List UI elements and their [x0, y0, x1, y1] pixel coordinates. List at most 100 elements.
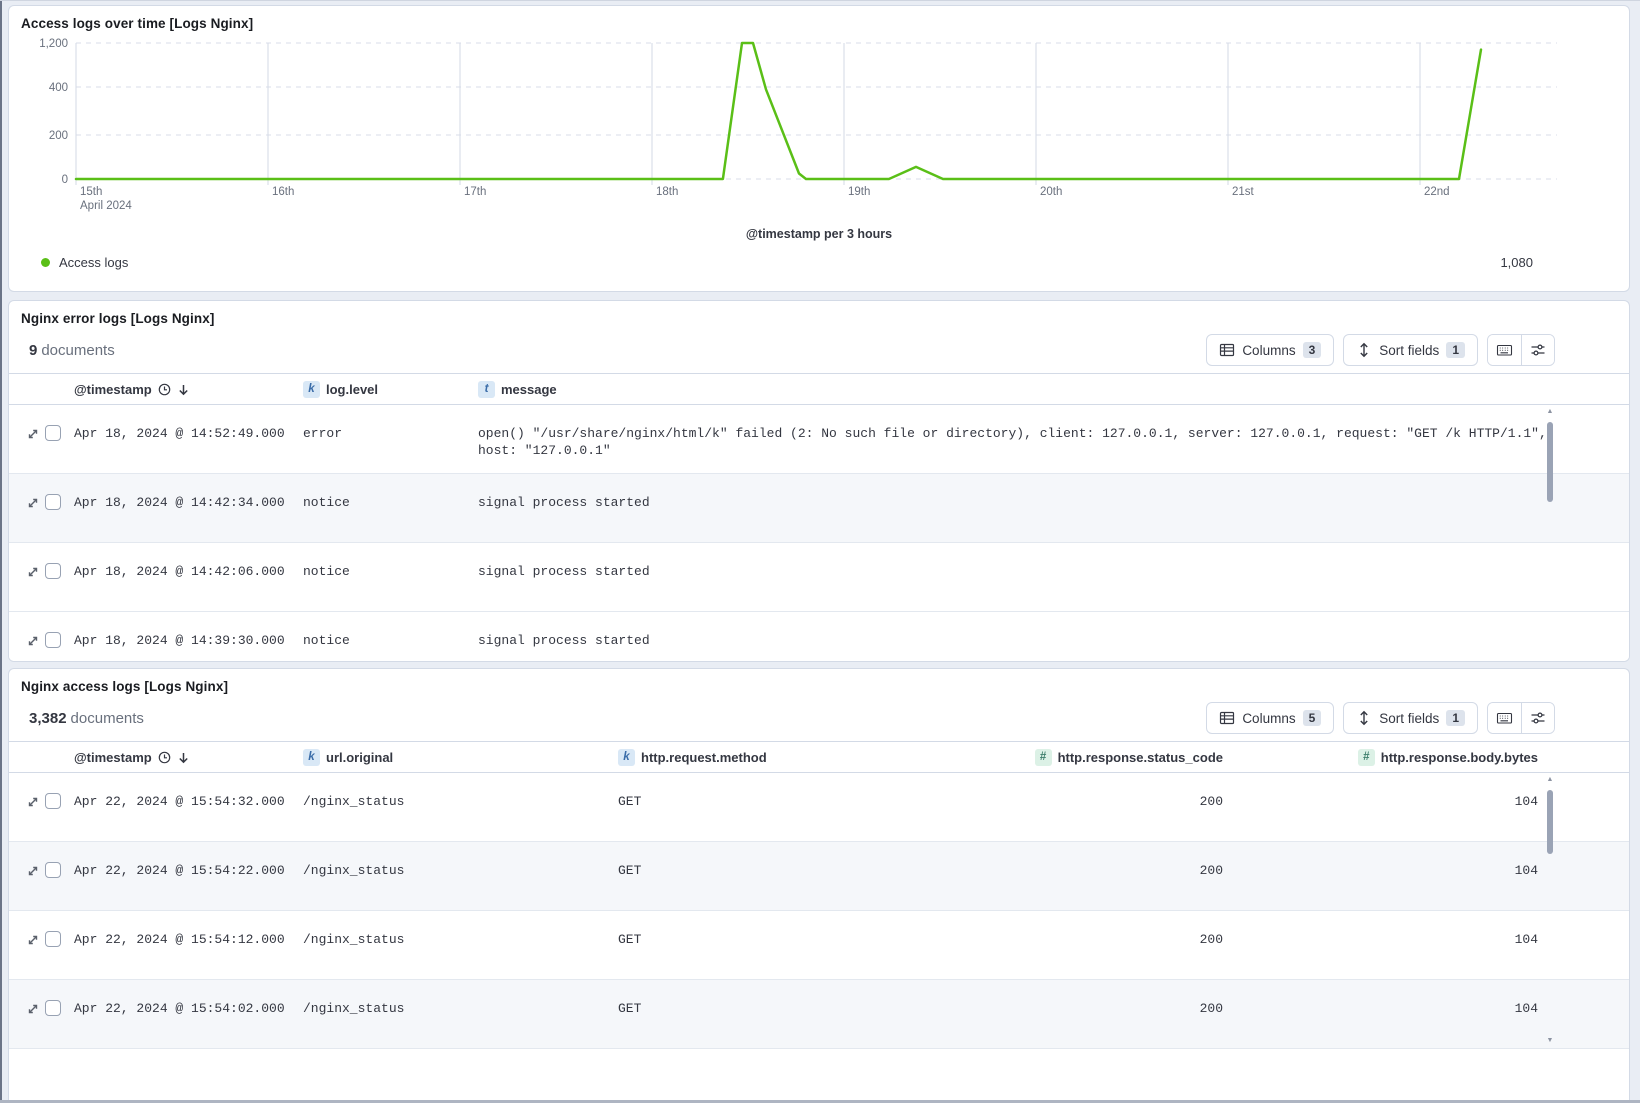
cell-status: 200 — [948, 911, 1223, 948]
columns-button[interactable]: Columns 3 — [1206, 334, 1334, 366]
scroll-down-arrow[interactable]: ▼ — [1545, 1037, 1555, 1045]
display-options-button[interactable] — [1521, 335, 1554, 365]
cell-log-level: notice — [303, 612, 478, 649]
expand-icon — [26, 864, 40, 878]
row-checkbox[interactable] — [45, 1000, 61, 1016]
cell-bytes: 104 — [1223, 980, 1538, 1017]
y-axis-tick-label: 0 — [62, 174, 68, 186]
cell-timestamp: Apr 22, 2024 @ 15:54:12.000 — [74, 911, 303, 948]
access-logs-line-series — [76, 43, 1481, 179]
keyword-token-icon: k — [618, 749, 635, 766]
row-checkbox[interactable] — [45, 494, 61, 510]
scroll-up-arrow[interactable]: ▲ — [1545, 408, 1555, 416]
header-log-level[interactable]: k log.level — [303, 381, 478, 398]
sort-icon — [1356, 342, 1372, 358]
x-axis-tick-label: 18th — [656, 186, 678, 198]
row-checkbox[interactable] — [45, 425, 61, 441]
clock-icon — [158, 383, 171, 396]
cell-timestamp: Apr 18, 2024 @ 14:42:06.000 — [74, 543, 303, 580]
expand-row-button[interactable] — [21, 612, 45, 648]
access-doc-count: 3,382documents — [29, 710, 144, 727]
cell-url: /nginx_status — [303, 980, 618, 1017]
y-axis-tick-label: 200 — [49, 130, 68, 142]
sort-fields-button[interactable]: Sort fields 1 — [1343, 702, 1478, 734]
x-axis-context-label: April 2024 — [80, 200, 132, 212]
row-checkbox[interactable] — [45, 931, 61, 947]
row-checkbox[interactable] — [45, 793, 61, 809]
columns-icon — [1219, 710, 1235, 726]
columns-icon — [1219, 342, 1235, 358]
x-axis-title: @timestamp per 3 hours — [9, 227, 1629, 241]
header-timestamp[interactable]: @timestamp — [74, 382, 303, 397]
cell-status: 200 — [948, 842, 1223, 879]
cell-url: /nginx_status — [303, 911, 618, 948]
error-grid-header: @timestamp k log.level t message — [9, 374, 1629, 405]
expand-row-button[interactable] — [21, 773, 45, 809]
table-row: Apr 18, 2024 @ 14:42:06.000 notice signa… — [9, 543, 1629, 612]
cell-timestamp: Apr 22, 2024 @ 15:54:02.000 — [74, 980, 303, 1017]
scrollbar-thumb[interactable] — [1547, 422, 1553, 502]
expand-icon — [26, 496, 40, 510]
text-token-icon: t — [478, 381, 495, 398]
cell-timestamp: Apr 18, 2024 @ 14:42:34.000 — [74, 474, 303, 511]
timeseries-chart: 1,200400200015thApril 202416th17th18th19… — [9, 33, 1629, 221]
panel-nginx-error-logs: Nginx error logs [Logs Nginx] 9documents… — [8, 300, 1630, 662]
scroll-up-arrow[interactable]: ▲ — [1545, 776, 1555, 784]
cell-url: /nginx_status — [303, 773, 618, 810]
legend-series-label[interactable]: Access logs — [59, 255, 128, 270]
header-timestamp[interactable]: @timestamp — [74, 750, 303, 765]
header-body-bytes[interactable]: # http.response.body.bytes — [1223, 749, 1538, 766]
access-grid-toolbar: 3,382documents Columns 5 Sort fields 1 — [9, 702, 1629, 734]
cell-url: /nginx_status — [303, 842, 618, 879]
header-request-method[interactable]: k http.request.method — [618, 749, 948, 766]
keyword-token-icon: k — [303, 749, 320, 766]
cell-timestamp: Apr 18, 2024 @ 14:52:49.000 — [74, 405, 303, 442]
expand-row-button[interactable] — [21, 980, 45, 1016]
sort-count-badge: 1 — [1446, 710, 1465, 726]
display-options-button[interactable] — [1521, 703, 1554, 733]
access-panel-title: Nginx access logs [Logs Nginx] — [9, 669, 1629, 694]
row-checkbox[interactable] — [45, 563, 61, 579]
cell-timestamp: Apr 22, 2024 @ 15:54:32.000 — [74, 773, 303, 810]
expand-row-button[interactable] — [21, 405, 45, 441]
expand-icon — [26, 427, 40, 441]
access-logs-grid: @timestamp k url.original k http.request… — [9, 741, 1629, 1049]
panel-nginx-access-logs: Nginx access logs [Logs Nginx] 3,382docu… — [8, 668, 1630, 1103]
panel-access-logs-over-time: Access logs over time [Logs Nginx] 1,200… — [8, 5, 1630, 292]
expand-row-button[interactable] — [21, 543, 45, 579]
header-message[interactable]: t message — [478, 381, 1629, 398]
cell-message: signal process started — [478, 474, 1629, 511]
cell-log-level: error — [303, 405, 478, 442]
row-checkbox[interactable] — [45, 632, 61, 648]
expand-row-button[interactable] — [21, 911, 45, 947]
keyboard-shortcuts-button[interactable] — [1488, 335, 1521, 365]
grid-options-group — [1487, 334, 1555, 366]
legend-series-dot — [41, 258, 50, 267]
expand-row-button[interactable] — [21, 474, 45, 510]
cell-bytes: 104 — [1223, 911, 1538, 948]
expand-row-button[interactable] — [21, 842, 45, 878]
header-url-original[interactable]: k url.original — [303, 749, 618, 766]
cell-timestamp: Apr 18, 2024 @ 14:39:30.000 — [74, 612, 303, 649]
expand-icon — [26, 1002, 40, 1016]
number-token-icon: # — [1035, 749, 1052, 766]
x-axis-tick-label: 15th — [80, 186, 102, 198]
sliders-icon — [1530, 710, 1546, 726]
error-doc-count: 9documents — [29, 342, 115, 359]
keyboard-icon — [1496, 342, 1513, 358]
scrollbar-thumb[interactable] — [1547, 790, 1553, 854]
table-row: Apr 22, 2024 @ 15:54:22.000 /nginx_statu… — [9, 842, 1629, 911]
x-axis-tick-label: 19th — [848, 186, 870, 198]
row-checkbox[interactable] — [45, 862, 61, 878]
header-status-code[interactable]: # http.response.status_code — [948, 749, 1223, 766]
legend-series-value: 1,080 — [1500, 255, 1533, 270]
y-axis-tick-label: 1,200 — [39, 38, 68, 50]
columns-count-badge: 3 — [1303, 342, 1322, 358]
sort-fields-button[interactable]: Sort fields 1 — [1343, 334, 1478, 366]
table-scrollbar: ▲ ▼ — [1545, 408, 1555, 662]
keyboard-shortcuts-button[interactable] — [1488, 703, 1521, 733]
cell-method: GET — [618, 911, 948, 948]
x-axis-tick-label: 20th — [1040, 186, 1062, 198]
columns-button[interactable]: Columns 5 — [1206, 702, 1334, 734]
table-row: Apr 18, 2024 @ 14:52:49.000 error open()… — [9, 405, 1629, 474]
